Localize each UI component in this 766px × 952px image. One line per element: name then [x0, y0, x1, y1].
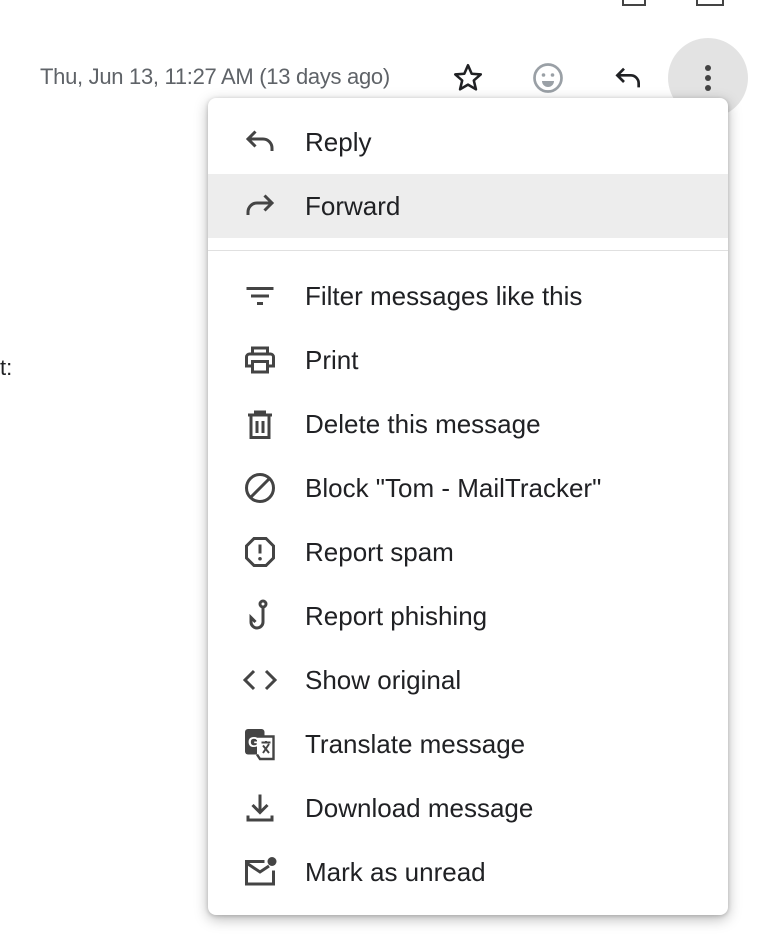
toolbar-icon-fragment[interactable] [622, 0, 646, 6]
menu-item-translate-message[interactable]: G Translate message [208, 712, 728, 776]
menu-item-label: Forward [305, 190, 401, 221]
menu-divider [208, 250, 728, 251]
menu-item-report-phishing[interactable]: Report phishing [208, 584, 728, 648]
menu-item-download-message[interactable]: Download message [208, 776, 728, 840]
menu-item-reply[interactable]: Reply [208, 110, 728, 174]
mark-unread-icon [242, 854, 278, 890]
menu-item-filter-messages-like-this[interactable]: Filter messages like this [208, 264, 728, 328]
menu-item-print[interactable]: Print [208, 328, 728, 392]
phishing-hook-icon [242, 598, 278, 634]
star-icon[interactable] [448, 58, 488, 98]
menu-item-label: Show original [305, 664, 462, 695]
menu-item-label: Delete this message [305, 408, 541, 439]
menu-item-report-spam[interactable]: Report spam [208, 520, 728, 584]
menu-item-label: Print [305, 344, 359, 375]
menu-item-delete-this-message[interactable]: Delete this message [208, 392, 728, 456]
translate-icon: G [242, 726, 278, 762]
print-icon [242, 342, 278, 378]
menu-item-label: Report phishing [305, 600, 488, 631]
menu-item-label: Filter messages like this [305, 280, 583, 311]
forward-icon [242, 188, 278, 224]
code-icon [242, 662, 278, 698]
menu-item-label: Download message [305, 792, 534, 823]
message-date: Thu, Jun 13, 11:27 AM (13 days ago) [40, 64, 390, 89]
trash-icon [242, 406, 278, 442]
more-vert-icon [705, 65, 711, 91]
body-text-fragment: t: [0, 355, 13, 380]
menu-item-block-tom-mailtracker[interactable]: Block "Tom - MailTracker" [208, 456, 728, 520]
menu-item-forward[interactable]: Forward [208, 174, 728, 238]
emoji-icon[interactable] [528, 58, 568, 98]
block-icon [242, 470, 278, 506]
filter-icon [242, 278, 278, 314]
spam-icon [242, 534, 278, 570]
toolbar-icon-fragment[interactable] [696, 0, 724, 6]
menu-item-show-original[interactable]: Show original [208, 648, 728, 712]
menu-item-label: Block "Tom - MailTracker" [305, 472, 602, 503]
reply-icon [242, 124, 278, 160]
menu-item-label: Report spam [305, 536, 454, 567]
menu-item-label: Reply [305, 126, 372, 157]
menu-item-mark-as-unread[interactable]: Mark as unread [208, 840, 728, 904]
download-icon [242, 790, 278, 826]
menu-item-label: Translate message [305, 728, 526, 759]
reply-icon[interactable] [608, 58, 648, 98]
message-options-menu: Reply Forward Filter messages like this Pri… [208, 98, 728, 915]
menu-item-label: Mark as unread [305, 856, 486, 887]
